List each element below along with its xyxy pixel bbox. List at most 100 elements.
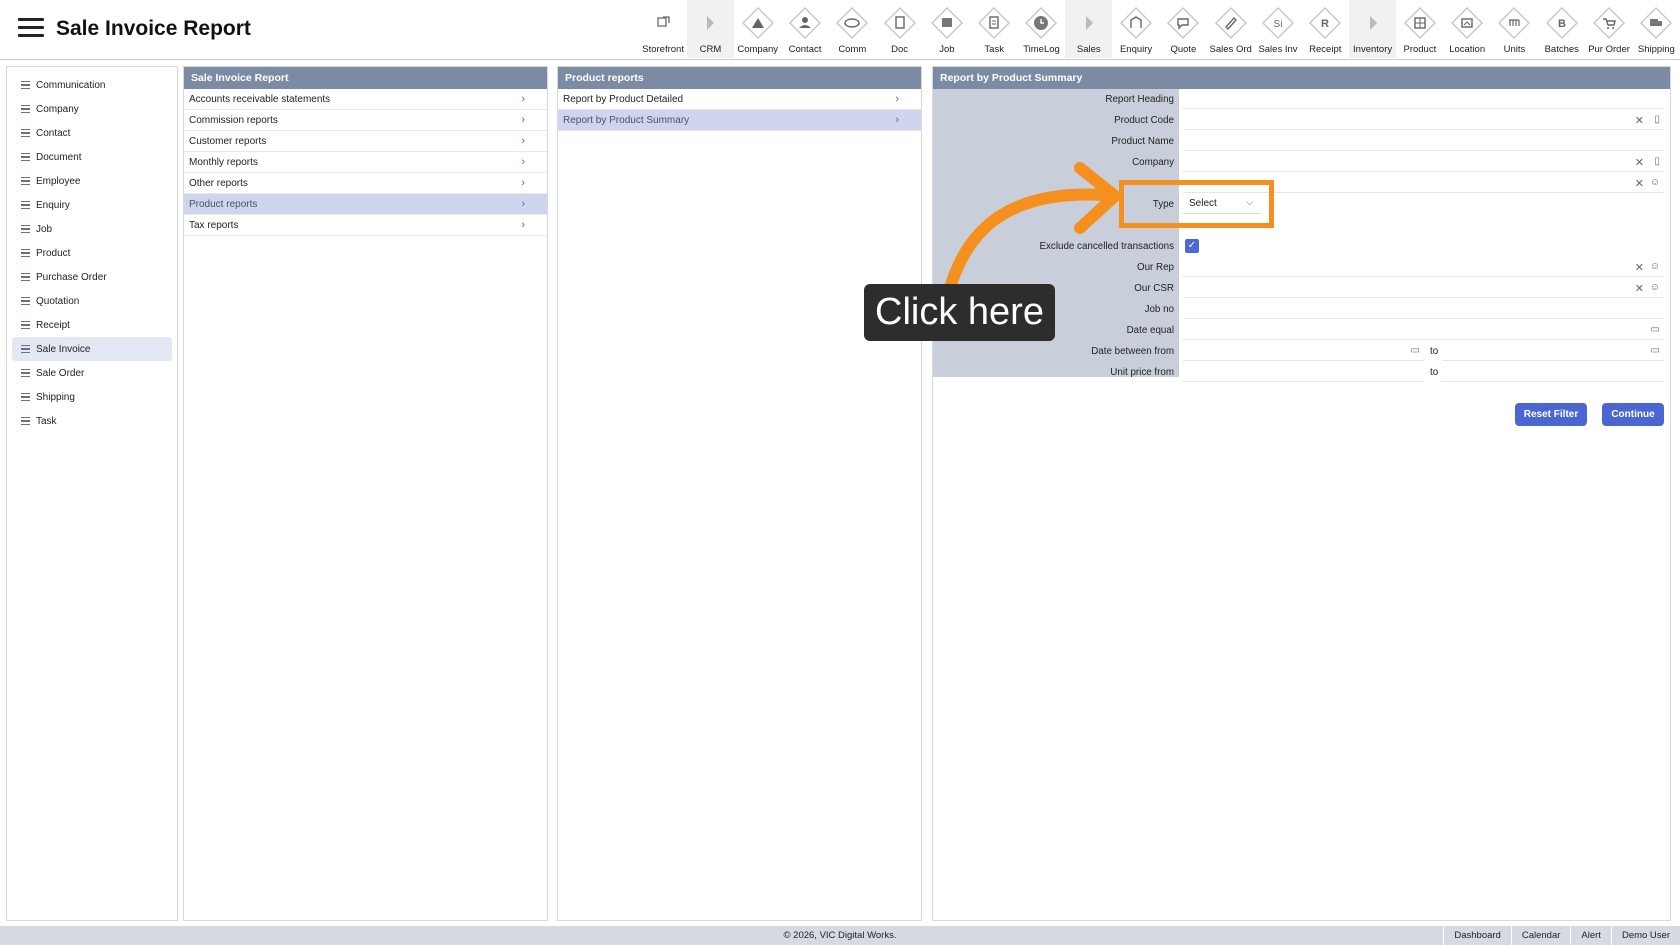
toolbar-company[interactable]: Company xyxy=(734,0,781,58)
toolbar-contact[interactable]: Contact xyxy=(781,0,828,58)
list-item[interactable]: Report by Product Detailed › xyxy=(558,89,921,110)
toolbar-label: Receipt xyxy=(1309,44,1342,55)
toolbar-comm[interactable]: Comm xyxy=(829,0,876,58)
triangle-right-icon xyxy=(693,6,727,40)
list-item[interactable]: Report by Product Summary › xyxy=(558,110,921,131)
units-icon xyxy=(1497,6,1531,40)
lookup-icon[interactable]: ▯ xyxy=(1654,156,1660,167)
toolbar-storefront[interactable]: Storefront xyxy=(639,0,686,58)
toolbar-quote[interactable]: Quote xyxy=(1160,0,1207,58)
toolbar-sales-inv[interactable]: Si Sales Inv xyxy=(1254,0,1301,58)
toolbar-inventory[interactable]: Inventory xyxy=(1348,0,1397,58)
clear-icon[interactable]: ✕ xyxy=(1635,261,1644,274)
footer-link-demo-user[interactable]: Demo User xyxy=(1610,926,1680,945)
copyright-text: © 2026, VIC Digital Works. xyxy=(783,930,897,941)
chevron-right-icon: › xyxy=(521,177,525,189)
unit-price-from-input[interactable] xyxy=(1183,364,1424,382)
toolbar-pur-order[interactable]: Pur Order xyxy=(1585,0,1632,58)
to-label: to xyxy=(1430,346,1439,357)
toolbar-units[interactable]: Units xyxy=(1491,0,1538,58)
sidebar-item-quotation[interactable]: Quotation xyxy=(12,289,172,313)
sidebar-item-purchase-order[interactable]: Purchase Order xyxy=(12,265,172,289)
sidebar-item-company[interactable]: Company xyxy=(12,97,172,121)
list-item[interactable]: Commission reports › xyxy=(184,110,547,131)
truck-icon xyxy=(1639,6,1673,40)
sidebar-item-receipt[interactable]: Receipt xyxy=(12,313,172,337)
toolbar-crm[interactable]: CRM xyxy=(686,0,735,58)
report-heading-input[interactable] xyxy=(1183,91,1664,109)
sidebar-item-communication[interactable]: Communication xyxy=(12,73,172,97)
our-rep-input[interactable]: ✕ ☺ xyxy=(1183,259,1664,277)
list-item[interactable]: Tax reports › xyxy=(184,215,547,236)
toolbar-enquiry[interactable]: Enquiry xyxy=(1112,0,1159,58)
list-item[interactable]: Other reports › xyxy=(184,173,547,194)
sidebar-item-shipping[interactable]: Shipping xyxy=(12,385,172,409)
person-icon[interactable]: ☺ xyxy=(1650,282,1660,293)
toolbar-label: Storefront xyxy=(642,44,684,55)
list-item[interactable]: Monthly reports › xyxy=(184,152,547,173)
product-name-input[interactable] xyxy=(1183,133,1664,151)
product-code-input[interactable]: ✕ ▯ xyxy=(1183,112,1664,130)
lookup-icon[interactable]: ▯ xyxy=(1654,114,1660,125)
job-no-input[interactable] xyxy=(1183,301,1664,319)
calendar-icon[interactable]: ▭ xyxy=(1651,324,1660,335)
date-equal-input[interactable]: ▭ xyxy=(1183,322,1664,340)
list-icon xyxy=(21,177,30,185)
toolbar-doc[interactable]: Doc xyxy=(876,0,923,58)
footer-bar: © 2026, VIC Digital Works. Dashboard Cale… xyxy=(0,926,1680,945)
toolbar-job[interactable]: Job xyxy=(923,0,970,58)
sidebar-item-task[interactable]: Task xyxy=(12,409,172,433)
person-icon[interactable]: ☺ xyxy=(1650,261,1660,272)
clear-icon[interactable]: ✕ xyxy=(1635,177,1644,190)
toolbar-shipping[interactable]: Shipping xyxy=(1633,0,1680,58)
toolbar-sales[interactable]: Sales xyxy=(1065,0,1113,58)
toolbar-task[interactable]: Task xyxy=(971,0,1018,58)
toolbar-label: Job xyxy=(939,44,955,55)
sidebar-item-employee[interactable]: Employee xyxy=(12,169,172,193)
sidebar-item-product[interactable]: Product xyxy=(12,241,172,265)
toolbar-timelog[interactable]: TimeLog xyxy=(1018,0,1065,58)
row-product-name: Product Name xyxy=(933,131,1670,152)
continue-button[interactable]: Continue xyxy=(1602,403,1664,426)
toolbar-product[interactable]: Product xyxy=(1396,0,1443,58)
calendar-icon[interactable]: ▭ xyxy=(1411,345,1420,356)
toolbar-sales-ord[interactable]: Sales Ord xyxy=(1207,0,1254,58)
list-item[interactable]: Product reports › xyxy=(184,194,547,215)
reset-filter-button[interactable]: Reset Filter xyxy=(1515,403,1587,426)
sidebar-item-enquiry[interactable]: Enquiry xyxy=(12,193,172,217)
list-icon xyxy=(21,153,30,161)
sidebar-item-sale-invoice[interactable]: Sale Invoice xyxy=(12,337,172,361)
list-item[interactable]: Customer reports › xyxy=(184,131,547,152)
sidebar-item-job[interactable]: Job xyxy=(12,217,172,241)
toolbar-batches[interactable]: B Batches xyxy=(1538,0,1585,58)
exclude-cancelled-checkbox[interactable]: ✓ xyxy=(1185,239,1199,253)
toolbar-receipt[interactable]: R Receipt xyxy=(1302,0,1349,58)
svg-text:Si: Si xyxy=(1274,19,1283,30)
footer-link-dashboard[interactable]: Dashboard xyxy=(1443,926,1510,945)
list-item[interactable]: Accounts receivable statements › xyxy=(184,89,547,110)
footer-nav: Dashboard Calendar Alert Demo User xyxy=(1443,926,1680,945)
sidebar-item-sale-order[interactable]: Sale Order xyxy=(12,361,172,385)
date-from-input[interactable]: ▭ xyxy=(1183,343,1424,361)
toolbar-location[interactable]: Location xyxy=(1444,0,1491,58)
toolbar-label: Enquiry xyxy=(1119,44,1153,55)
footer-link-alert[interactable]: Alert xyxy=(1570,926,1611,945)
footer-link-calendar[interactable]: Calendar xyxy=(1510,926,1571,945)
sidebar-item-document[interactable]: Document xyxy=(12,145,172,169)
calendar-icon[interactable]: ▭ xyxy=(1651,345,1660,356)
our-csr-input[interactable]: ✕ ☺ xyxy=(1183,280,1664,298)
company-input[interactable]: ✕ ▯ xyxy=(1183,154,1664,172)
clear-icon[interactable]: ✕ xyxy=(1635,114,1644,127)
menu-icon[interactable] xyxy=(18,18,44,38)
clear-icon[interactable]: ✕ xyxy=(1635,156,1644,169)
toolbar-label: Units xyxy=(1503,44,1526,55)
sidebar-item-contact[interactable]: Contact xyxy=(12,121,172,145)
date-to-input[interactable]: ▭ xyxy=(1442,343,1664,361)
toolbar-label: Doc xyxy=(891,44,909,55)
click-here-tooltip: Click here xyxy=(864,284,1055,341)
clear-icon[interactable]: ✕ xyxy=(1635,282,1644,295)
person-icon[interactable]: ☺ xyxy=(1650,177,1660,188)
sidebar-item-label: Sale Order xyxy=(36,367,85,379)
unit-price-to-input[interactable] xyxy=(1442,364,1664,382)
sidebar-item-label: Company xyxy=(36,103,79,115)
